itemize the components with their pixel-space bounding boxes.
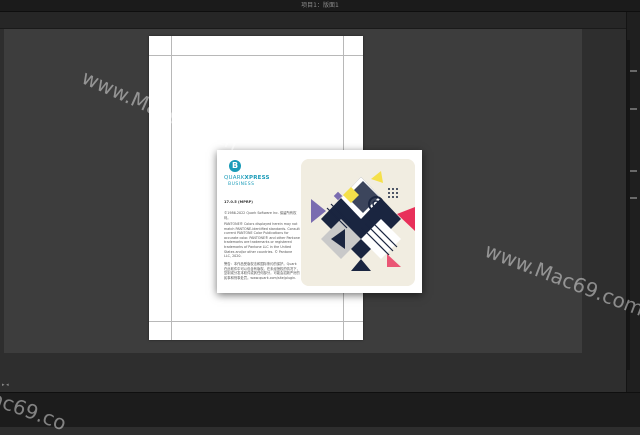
brand-prefix: QUARK xyxy=(224,175,245,181)
pantone-notice: PANTONE® Colors displayed herein may not… xyxy=(224,222,300,259)
panel-tab-marker[interactable] xyxy=(630,70,637,72)
window-title-bar: 项目1：版面1 xyxy=(0,0,640,12)
copyright-text: ©1986-2022 Quark Software Inc. 保留所有权利。 xyxy=(224,211,297,220)
bottom-status-bar xyxy=(0,392,640,427)
brand-name: XPRESS xyxy=(244,175,270,181)
geometric-art-icon xyxy=(301,159,415,286)
splash-brand: QUARKXPRESS xyxy=(224,175,270,181)
splash-dialog[interactable]: B QUARKXPRESS BUSINESS 17.0.5 (MPRP) ©19… xyxy=(217,150,422,293)
zoom-indicator[interactable]: ▸ ◂ xyxy=(2,382,9,388)
vertical-scrollbar[interactable] xyxy=(627,40,630,370)
toolbar xyxy=(0,12,640,29)
version-label: 17.0.5 (MPRP) xyxy=(224,200,253,204)
quark-logo-icon: B xyxy=(229,160,241,172)
panel-tab-marker[interactable] xyxy=(630,170,637,172)
margin-guide-bottom[interactable] xyxy=(149,321,363,322)
brand-subtitle: BUSINESS xyxy=(228,182,255,187)
margin-guide-left[interactable] xyxy=(171,36,172,340)
window-title: 项目1：版面1 xyxy=(301,2,339,9)
splash-artwork xyxy=(301,159,415,286)
panel-tab-marker[interactable] xyxy=(630,108,637,110)
margin-guide-top[interactable] xyxy=(149,55,363,56)
legal-notice: 警告：本作品受版权法和国际条约的保护。Quark 在此软件中可以包含有版权。在未… xyxy=(224,262,300,280)
panel-tab-marker[interactable] xyxy=(630,197,637,199)
